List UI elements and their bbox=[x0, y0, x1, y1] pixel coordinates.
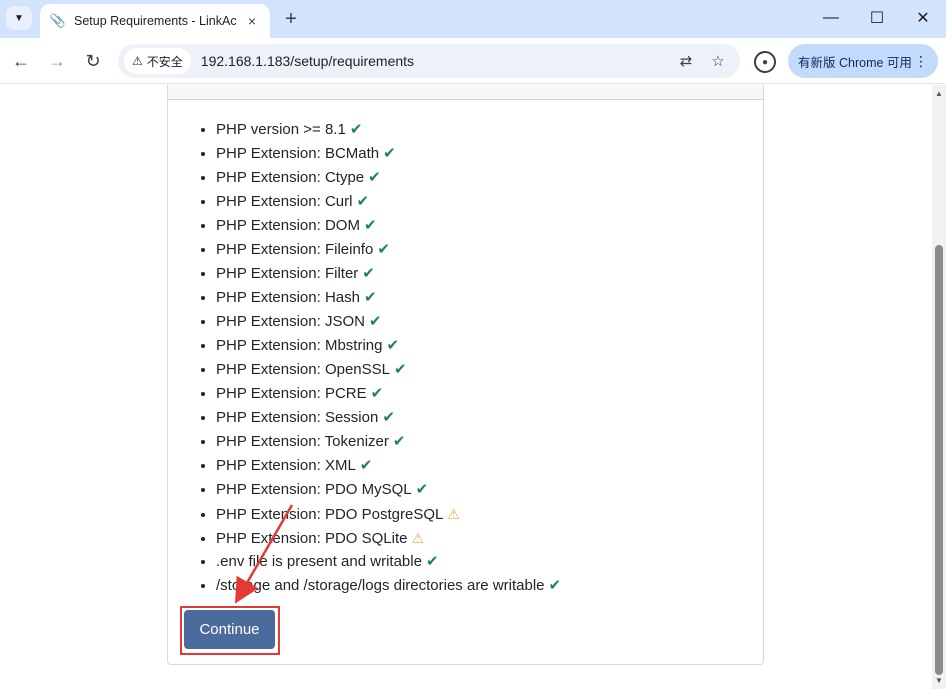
requirement-label: PHP Extension: PDO MySQL bbox=[216, 481, 412, 498]
requirement-label: PHP Extension: Tokenizer bbox=[216, 433, 389, 450]
requirement-label: PHP version >= 8.1 bbox=[216, 121, 346, 138]
requirement-label: /storage and /storage/logs directories a… bbox=[216, 577, 545, 594]
chevron-down-icon: ▼ bbox=[14, 12, 24, 24]
checkmark-icon: ✔ bbox=[377, 241, 390, 258]
checkmark-icon: ✔ bbox=[386, 337, 400, 354]
checkmark-icon: ✔ bbox=[382, 409, 395, 426]
update-label: 有新版 Chrome 可用 bbox=[798, 55, 912, 70]
requirement-item: PHP Extension: DOM✔ bbox=[216, 214, 561, 238]
maximize-icon[interactable]: ☐ bbox=[854, 0, 900, 36]
requirement-item: PHP Extension: JSON✔ bbox=[216, 310, 561, 334]
profile-icon[interactable]: ● bbox=[754, 51, 776, 73]
requirements-list: PHP version >= 8.1✔PHP Extension: BCMath… bbox=[216, 118, 561, 598]
bookmark-star-icon[interactable]: ☆ bbox=[706, 49, 730, 73]
scroll-up-icon[interactable]: ▲ bbox=[935, 89, 943, 98]
requirement-item: .env file is present and writable✔ bbox=[216, 550, 561, 574]
checkmark-icon: ✔ bbox=[362, 265, 375, 282]
checkmark-icon: ✔ bbox=[363, 289, 377, 306]
checkmark-icon: ✔ bbox=[363, 217, 377, 234]
checkmark-icon: ✔ bbox=[368, 169, 381, 186]
requirement-item: PHP Extension: PCRE✔ bbox=[216, 382, 561, 406]
checkmark-icon: ✔ bbox=[383, 145, 396, 162]
requirement-label: PHP Extension: PDO SQLite bbox=[216, 530, 408, 547]
requirement-item: PHP Extension: Tokenizer✔ bbox=[216, 430, 561, 454]
new-tab-button[interactable]: + bbox=[280, 8, 302, 30]
checkmark-icon: ✔ bbox=[548, 577, 562, 594]
requirement-item: PHP Extension: Ctype✔ bbox=[216, 166, 561, 190]
requirement-label: PHP Extension: JSON bbox=[216, 313, 365, 330]
requirement-item: PHP Extension: Fileinfo✔ bbox=[216, 238, 561, 262]
requirement-item: PHP Extension: PDO PostgreSQL⚠ bbox=[216, 502, 561, 526]
tab-strip: ▼ 📎 Setup Requirements - LinkAc × + — ☐ … bbox=[0, 0, 946, 38]
requirement-label: PHP Extension: DOM bbox=[216, 217, 360, 234]
requirement-item: PHP Extension: Filter✔ bbox=[216, 262, 561, 286]
close-window-icon[interactable]: ✕ bbox=[900, 0, 946, 36]
scrollbar-thumb[interactable] bbox=[935, 245, 943, 675]
checkmark-icon: ✔ bbox=[368, 313, 382, 330]
address-bar[interactable]: ⚠ 不安全 192.168.1.183/setup/requirements ⇄… bbox=[118, 44, 740, 78]
requirement-label: PHP Extension: Curl bbox=[216, 193, 353, 210]
checkmark-icon: ✔ bbox=[425, 553, 439, 570]
chrome-update-button[interactable]: 有新版 Chrome 可用 ⋮ bbox=[788, 44, 938, 78]
tab-title: Setup Requirements - LinkAc bbox=[74, 14, 237, 28]
continue-button[interactable]: Continue bbox=[184, 610, 275, 649]
requirement-label: PHP Extension: XML bbox=[216, 457, 356, 474]
forward-icon[interactable]: → bbox=[43, 47, 71, 75]
requirement-item: PHP Extension: Hash✔ bbox=[216, 286, 561, 310]
browser-toolbar: ← → ↻ ⚠ 不安全 192.168.1.183/setup/requirem… bbox=[0, 38, 946, 84]
checkmark-icon: ✔ bbox=[370, 385, 384, 402]
requirement-item: PHP Extension: PDO MySQL✔ bbox=[216, 478, 561, 502]
tab-search-button[interactable]: ▼ bbox=[6, 6, 32, 30]
warning-icon: ⚠ bbox=[411, 530, 425, 546]
tab-active[interactable]: 📎 Setup Requirements - LinkAc × bbox=[40, 4, 270, 38]
warning-icon: ⚠ bbox=[447, 506, 460, 522]
requirement-label: PHP Extension: Mbstring bbox=[216, 337, 383, 354]
page-scrollbar[interactable]: ▲ ▼ bbox=[932, 85, 946, 689]
more-menu-icon[interactable]: ⋮ bbox=[914, 53, 928, 70]
requirement-item: PHP Extension: Curl✔ bbox=[216, 190, 561, 214]
checkmark-icon: ✔ bbox=[415, 481, 429, 498]
checkmark-icon: ✔ bbox=[356, 193, 370, 210]
requirement-label: PHP Extension: OpenSSL bbox=[216, 361, 390, 378]
requirement-item: PHP Extension: BCMath✔ bbox=[216, 142, 561, 166]
back-icon[interactable]: ← bbox=[7, 47, 35, 75]
url-text[interactable]: 192.168.1.183/setup/requirements bbox=[201, 53, 666, 69]
requirement-item: PHP Extension: XML✔ bbox=[216, 454, 561, 478]
warning-triangle-icon: ⚠ bbox=[132, 54, 143, 68]
checkmark-icon: ✔ bbox=[392, 433, 406, 450]
requirements-card: PHP version >= 8.1✔PHP Extension: BCMath… bbox=[167, 85, 764, 665]
requirement-label: PHP Extension: Hash bbox=[216, 289, 360, 306]
requirement-label: .env file is present and writable bbox=[216, 553, 422, 570]
requirement-label: PHP Extension: Fileinfo bbox=[216, 241, 374, 258]
requirement-label: PHP Extension: PCRE bbox=[216, 385, 367, 402]
reload-icon[interactable]: ↻ bbox=[79, 47, 107, 75]
requirement-item: PHP Extension: PDO SQLite⚠ bbox=[216, 526, 561, 550]
requirement-item: PHP version >= 8.1✔ bbox=[216, 118, 561, 142]
requirement-label: PHP Extension: Ctype bbox=[216, 169, 365, 186]
card-header bbox=[168, 85, 763, 100]
security-label: 不安全 bbox=[146, 54, 183, 69]
requirement-item: PHP Extension: Session✔ bbox=[216, 406, 561, 430]
requirement-label: PHP Extension: PDO PostgreSQL bbox=[216, 506, 444, 523]
minimize-icon[interactable]: — bbox=[808, 0, 854, 36]
checkmark-icon: ✔ bbox=[359, 457, 373, 474]
requirement-label: PHP Extension: Session bbox=[216, 409, 379, 426]
requirement-label: PHP Extension: Filter bbox=[216, 265, 359, 282]
scroll-down-icon[interactable]: ▼ bbox=[935, 676, 943, 685]
translate-icon[interactable]: ⇄ bbox=[674, 49, 698, 73]
paperclip-icon: 📎 bbox=[49, 13, 67, 28]
requirement-label: PHP Extension: BCMath bbox=[216, 145, 380, 162]
requirement-item: PHP Extension: Mbstring✔ bbox=[216, 334, 561, 358]
security-chip[interactable]: ⚠ 不安全 bbox=[124, 48, 191, 74]
requirement-item: PHP Extension: OpenSSL✔ bbox=[216, 358, 561, 382]
checkmark-icon: ✔ bbox=[349, 121, 363, 138]
requirement-item: /storage and /storage/logs directories a… bbox=[216, 574, 561, 598]
close-tab-icon[interactable]: × bbox=[244, 13, 260, 29]
checkmark-icon: ✔ bbox=[394, 361, 407, 378]
page-content: PHP version >= 8.1✔PHP Extension: BCMath… bbox=[0, 85, 932, 689]
